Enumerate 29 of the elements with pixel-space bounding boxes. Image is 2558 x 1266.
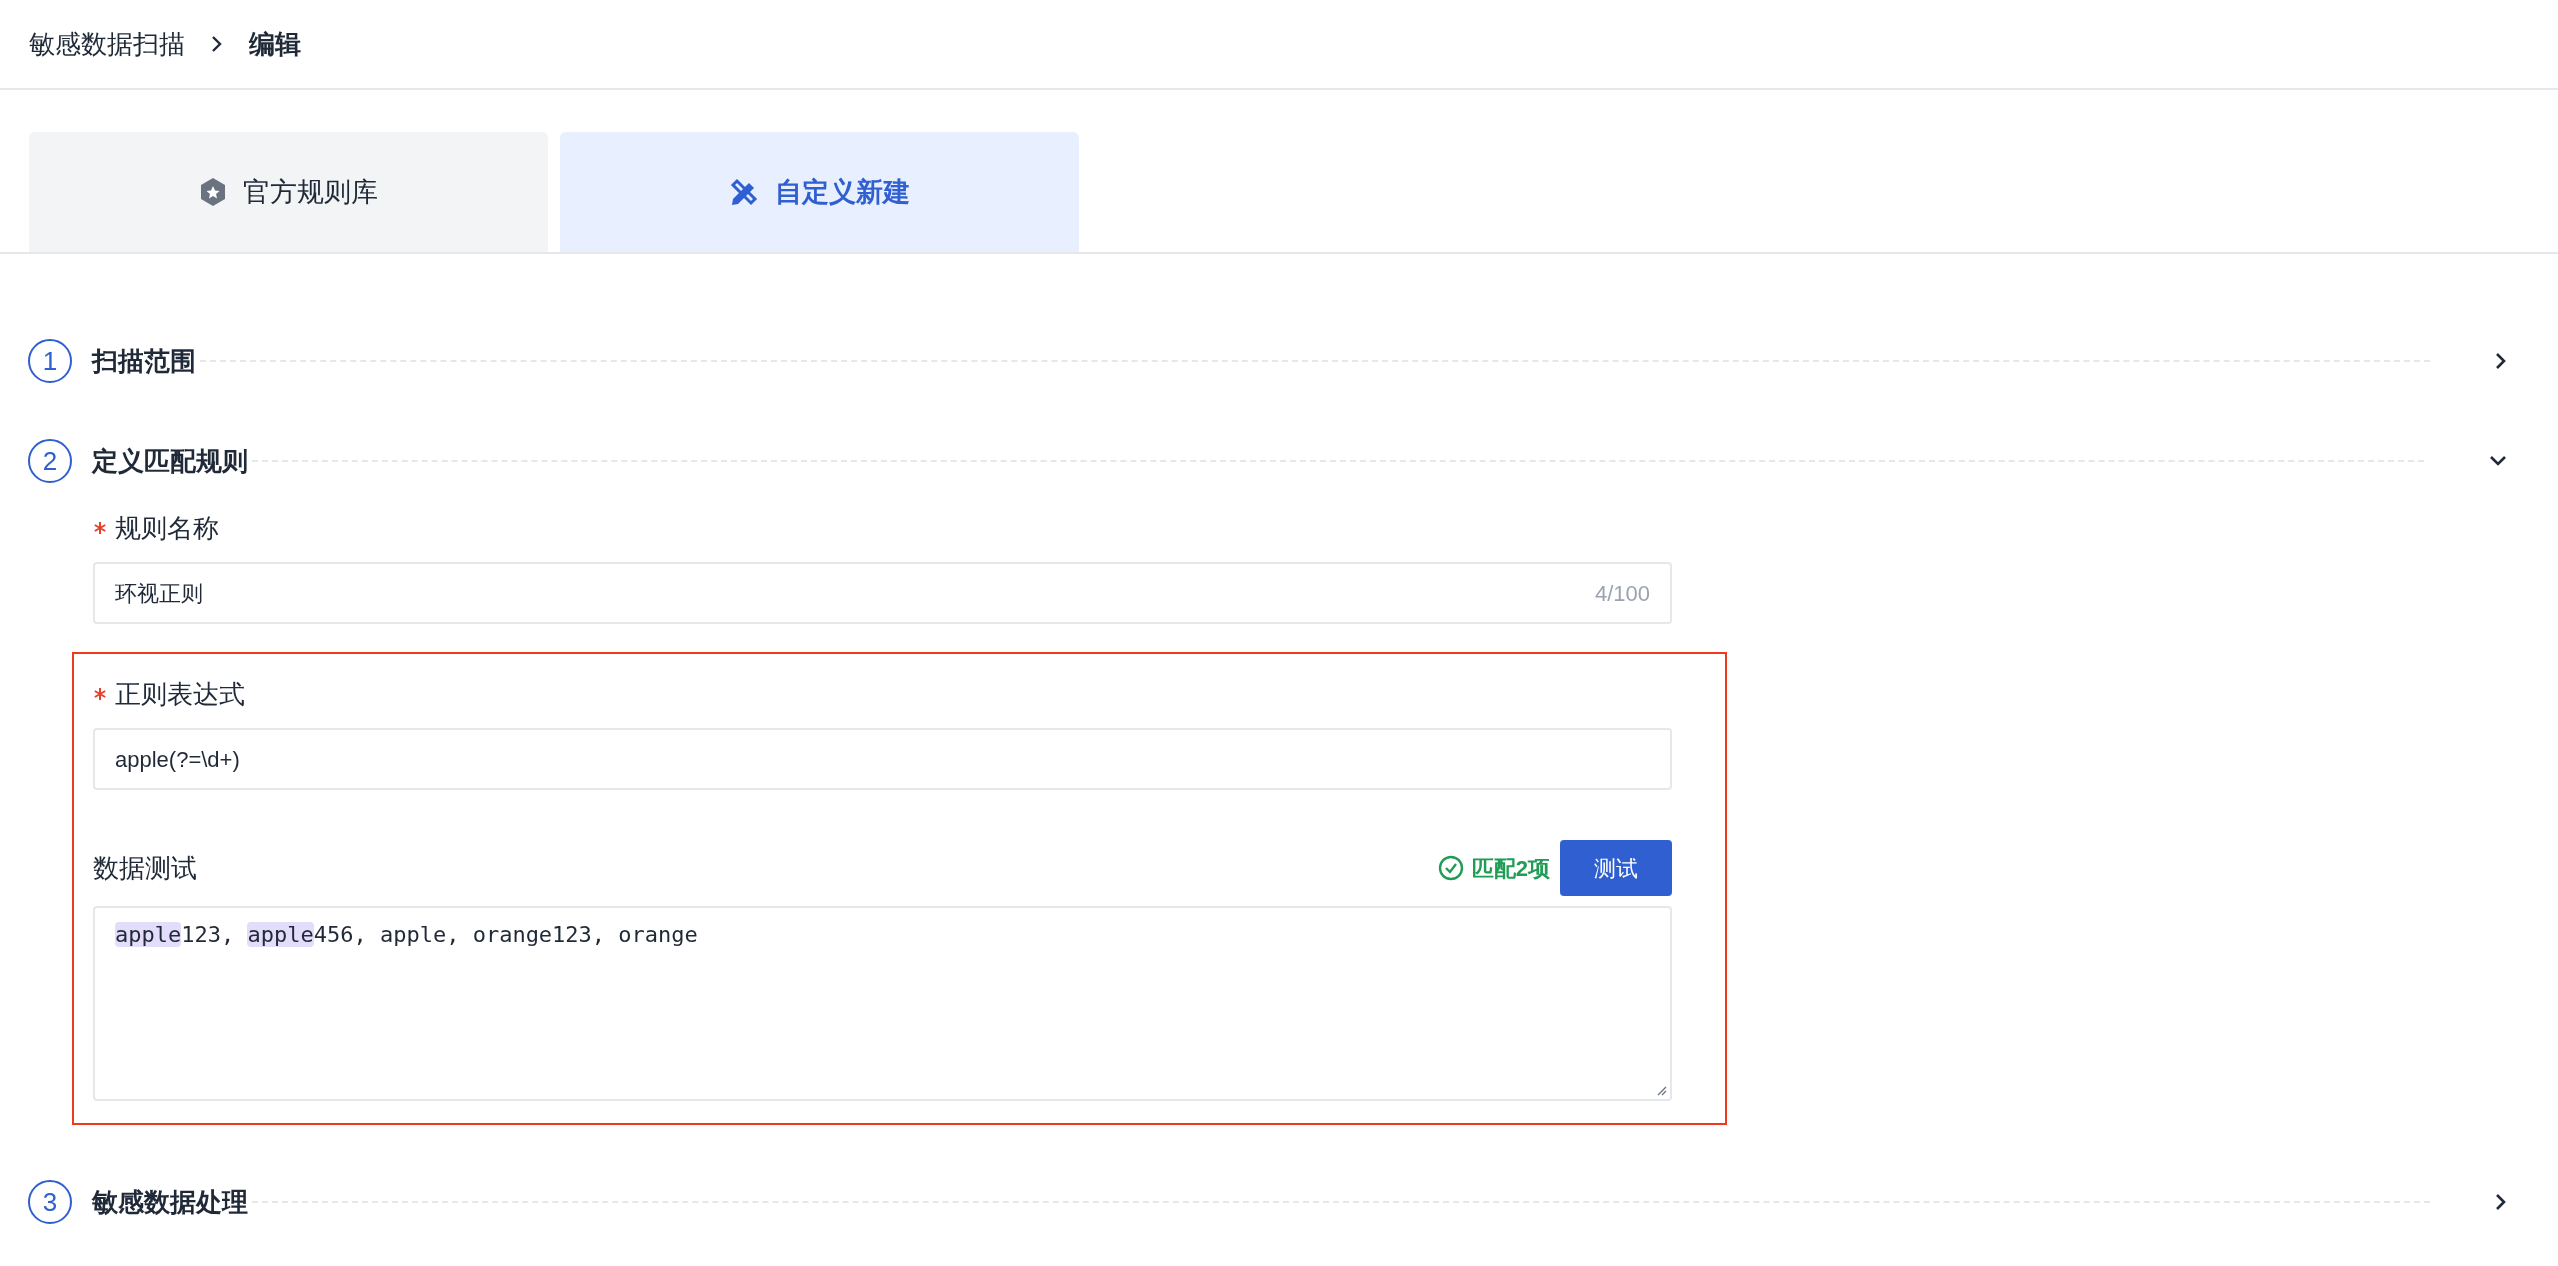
field-label: 规则名称 xyxy=(115,511,219,545)
field-label: 正则表达式 xyxy=(115,677,245,711)
breadcrumb-link[interactable]: 敏感数据扫描 xyxy=(29,24,185,64)
input-value: apple(?=\d+) xyxy=(115,745,240,774)
textarea[interactable]: apple123, apple456, apple, orange123, orange xyxy=(93,906,1672,1101)
tab[interactable]: 自定义新建 xyxy=(560,132,1079,252)
step-title: 敏感数据处理 xyxy=(92,1185,248,1219)
step-title: 扫描范围 xyxy=(92,344,196,378)
hexagon-star-icon xyxy=(199,177,227,207)
textarea-value: apple123, apple456, apple, orange123, orange xyxy=(115,921,698,949)
breadcrumb-current: 编辑 xyxy=(249,27,301,61)
check-circle-icon xyxy=(1437,855,1464,881)
character-counter: 4/100 xyxy=(1594,579,1650,608)
ruler-pencil-icon xyxy=(729,177,759,207)
text-input[interactable]: 环视正则 4/100 xyxy=(93,562,1672,624)
text-input[interactable]: apple(?=\d+) xyxy=(93,728,1672,790)
resize-handle-icon[interactable] xyxy=(1655,1084,1667,1096)
test-button[interactable]: 测试 xyxy=(1560,840,1672,896)
input-value: 环视正则 xyxy=(115,579,203,608)
chevron-right-icon[interactable] xyxy=(2494,351,2508,371)
step-number: 1 xyxy=(28,339,72,383)
chevron-down-icon[interactable] xyxy=(2488,454,2508,468)
step-number: 3 xyxy=(28,1180,72,1224)
tab[interactable]: 官方规则库 xyxy=(29,132,548,252)
match-status: 匹配2项 xyxy=(1471,854,1550,883)
chevron-right-icon[interactable] xyxy=(2494,1192,2508,1212)
step-number: 2 xyxy=(28,439,72,483)
field-label: 数据测试 xyxy=(93,851,197,885)
step-title: 定义匹配规则 xyxy=(92,444,248,478)
